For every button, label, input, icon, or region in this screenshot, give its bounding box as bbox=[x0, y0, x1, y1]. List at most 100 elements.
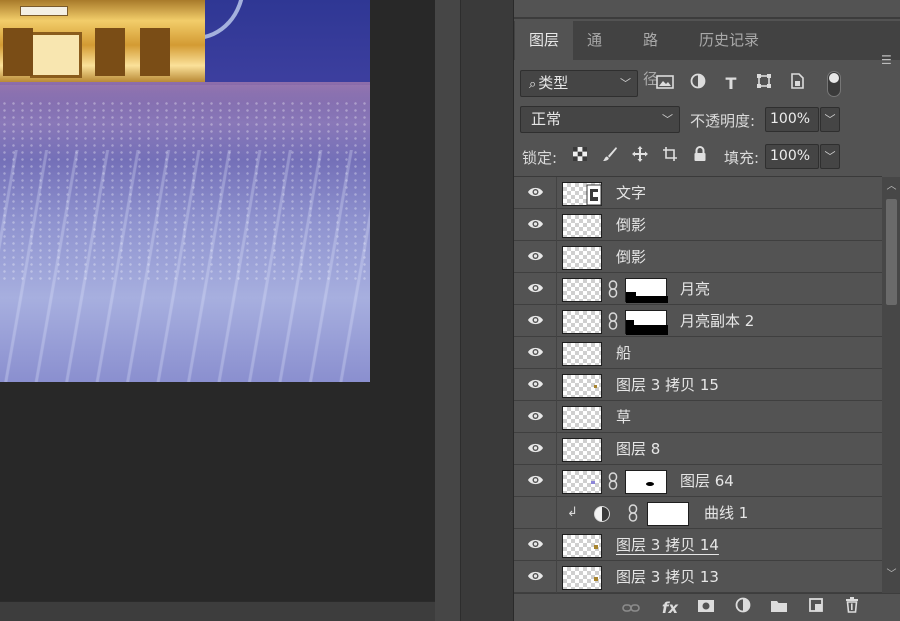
row-divider bbox=[556, 273, 557, 305]
add-mask-icon[interactable] bbox=[695, 597, 717, 619]
layer-name: 曲线 1 bbox=[704, 504, 749, 522]
fill-label: 填充: bbox=[724, 149, 760, 167]
artwork-preview[interactable] bbox=[0, 0, 370, 382]
eye-visibility-icon[interactable] bbox=[527, 409, 544, 423]
eye-visibility-icon[interactable] bbox=[527, 185, 544, 199]
mask-link-icon[interactable] bbox=[607, 472, 619, 492]
layer-thumbnail[interactable] bbox=[562, 342, 602, 366]
eye-visibility-icon[interactable] bbox=[527, 537, 544, 551]
filter-toggle-switch[interactable] bbox=[827, 71, 841, 97]
layer-name: 倒影 bbox=[616, 248, 647, 266]
layer-thumbnail[interactable] bbox=[562, 214, 602, 238]
fill-input[interactable]: 100% bbox=[765, 144, 819, 169]
scroll-thumb[interactable] bbox=[886, 199, 897, 305]
type-filter-icon[interactable]: T bbox=[720, 71, 742, 97]
scroll-down-arrow-icon[interactable]: ﹀ bbox=[882, 569, 900, 581]
lock-image-pixels-icon[interactable] bbox=[599, 144, 621, 170]
building-sign bbox=[20, 6, 68, 16]
layer-thumbnail[interactable] bbox=[562, 566, 602, 590]
new-adjustment-icon[interactable] bbox=[732, 597, 754, 619]
panel-top-divider bbox=[514, 17, 900, 19]
layer-thumbnail[interactable] bbox=[562, 534, 602, 558]
layer-row[interactable]: 船 bbox=[514, 337, 882, 369]
delete-layer-icon[interactable] bbox=[841, 597, 863, 619]
fx-icon[interactable]: fx bbox=[659, 597, 681, 619]
layer-row[interactable]: 图层 3 拷贝 14 bbox=[514, 529, 882, 561]
layer-row[interactable]: 图层 3 拷贝 13 bbox=[514, 561, 882, 593]
layer-row[interactable]: 图层 3 拷贝 15 bbox=[514, 369, 882, 401]
tab-layers[interactable]: 图层 bbox=[515, 21, 573, 60]
shape-filter-icon[interactable] bbox=[753, 71, 775, 97]
layer-name-editing[interactable]: 图层 3 拷贝 14 bbox=[616, 529, 719, 561]
mask-link-icon[interactable] bbox=[627, 504, 639, 524]
new-layer-icon[interactable] bbox=[805, 597, 827, 619]
collapsed-dock-strip[interactable] bbox=[435, 0, 461, 621]
filter-type-label: 类型 bbox=[538, 74, 569, 92]
layer-thumbnail[interactable] bbox=[562, 406, 602, 430]
eye-visibility-icon[interactable] bbox=[527, 473, 544, 487]
lock-artboard-icon[interactable] bbox=[659, 144, 681, 170]
adjustment-filter-icon[interactable] bbox=[687, 71, 709, 97]
layer-row[interactable]: 图层 8 bbox=[514, 433, 882, 465]
lock-all-icon[interactable] bbox=[689, 144, 711, 170]
layer-name: 文字 bbox=[616, 184, 647, 202]
tab-channels[interactable]: 通道 bbox=[573, 21, 629, 88]
layer-list-scrollbar[interactable]: ︿ ﹀ bbox=[882, 177, 900, 593]
layer-row[interactable]: 图层 64 bbox=[514, 465, 882, 497]
tab-paths[interactable]: 路径 bbox=[629, 21, 685, 88]
scroll-up-arrow-icon[interactable]: ︿ bbox=[882, 181, 900, 193]
row-divider bbox=[556, 529, 557, 561]
layer-name: 月亮 bbox=[680, 280, 711, 298]
blend-mode-select[interactable]: 正常 ﹀ bbox=[520, 106, 680, 133]
layer-row[interactable]: 倒影 bbox=[514, 241, 882, 273]
layer-row[interactable]: 文字 bbox=[514, 177, 882, 209]
eye-visibility-icon[interactable] bbox=[527, 249, 544, 263]
layer-thumbnail[interactable] bbox=[562, 470, 602, 494]
opacity-dropdown-button[interactable]: ﹀ bbox=[820, 107, 840, 132]
layer-thumbnail[interactable] bbox=[562, 278, 602, 302]
eye-visibility-icon[interactable] bbox=[527, 441, 544, 455]
mask-link-icon[interactable] bbox=[607, 312, 619, 332]
document-canvas[interactable] bbox=[0, 0, 435, 601]
layers-panel: 图层 通道 路径 历史记录 ☰ ⌕类型 ﹀ T bbox=[513, 0, 900, 621]
layer-thumbnail[interactable] bbox=[562, 182, 602, 206]
new-group-icon[interactable] bbox=[768, 597, 790, 619]
image-filter-icon[interactable] bbox=[654, 71, 676, 97]
eye-visibility-icon[interactable] bbox=[527, 281, 544, 295]
golden-building bbox=[0, 0, 205, 82]
eye-visibility-icon[interactable] bbox=[527, 217, 544, 231]
layer-thumbnail[interactable] bbox=[562, 438, 602, 462]
eye-visibility-icon[interactable] bbox=[527, 313, 544, 327]
layer-thumbnail[interactable] bbox=[562, 374, 602, 398]
adjustment-layer-icon[interactable] bbox=[594, 506, 610, 522]
layer-mask-thumbnail[interactable] bbox=[647, 502, 689, 526]
mask-link-icon[interactable] bbox=[607, 280, 619, 300]
eye-visibility-icon[interactable] bbox=[527, 569, 544, 583]
layer-row[interactable]: 月亮 bbox=[514, 273, 882, 305]
layer-mask-thumbnail[interactable] bbox=[625, 310, 668, 335]
layer-mask-thumbnail[interactable] bbox=[625, 470, 667, 494]
eye-visibility-icon[interactable] bbox=[527, 377, 544, 391]
link-layers-icon[interactable] bbox=[620, 597, 642, 619]
layer-row[interactable]: 草 bbox=[514, 401, 882, 433]
tab-history[interactable]: 历史记录 bbox=[685, 21, 773, 60]
layer-thumbnail[interactable] bbox=[562, 310, 602, 334]
layer-name: 倒影 bbox=[616, 216, 647, 234]
layer-row[interactable]: 月亮副本 2 bbox=[514, 305, 882, 337]
lock-position-icon[interactable] bbox=[629, 144, 651, 170]
layer-row[interactable]: ↲ 曲线 1 bbox=[514, 497, 882, 529]
layer-row[interactable]: 倒影 bbox=[514, 209, 882, 241]
layer-mask-thumbnail[interactable] bbox=[625, 278, 668, 303]
layer-filter-select[interactable]: ⌕ 类型 ﹀ bbox=[520, 70, 638, 97]
canvas-status-bar bbox=[0, 601, 435, 621]
row-divider bbox=[556, 177, 557, 209]
row-divider bbox=[556, 433, 557, 465]
row-divider bbox=[556, 369, 557, 401]
lock-transparent-pixels-icon[interactable] bbox=[569, 144, 591, 170]
opacity-input[interactable]: 100% bbox=[765, 107, 819, 132]
panel-menu-icon[interactable]: ☰ bbox=[881, 54, 895, 66]
layer-thumbnail[interactable] bbox=[562, 246, 602, 270]
fill-dropdown-button[interactable]: ﹀ bbox=[820, 144, 840, 169]
eye-visibility-icon[interactable] bbox=[527, 345, 544, 359]
smart-object-filter-icon[interactable] bbox=[786, 71, 808, 97]
